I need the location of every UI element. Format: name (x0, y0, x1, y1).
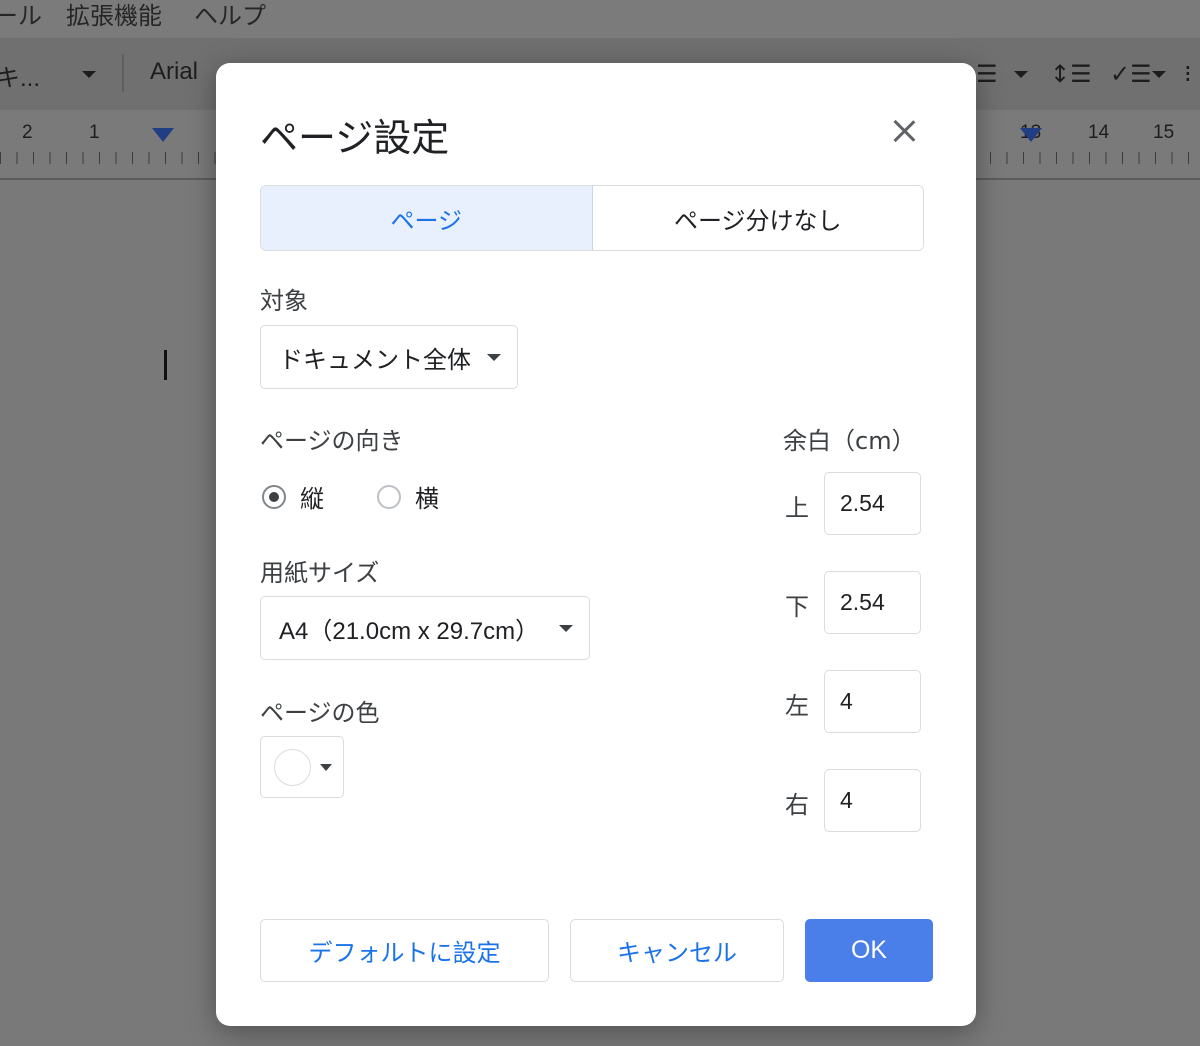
ok-button[interactable]: OK (805, 919, 933, 982)
menu-tools[interactable]: ール (0, 0, 42, 31)
page-color-picker[interactable] (260, 736, 344, 798)
indent-marker[interactable] (152, 128, 174, 142)
page-mode-tabs: ページ ページ分けなし (260, 185, 924, 251)
ruler-number: 15 (1153, 122, 1175, 143)
apply-to-value: ドキュメント全体 (279, 345, 471, 374)
cancel-button[interactable]: キャンセル (570, 919, 784, 982)
page-color-label: ページの色 (260, 699, 380, 727)
radio-unchecked-icon (377, 484, 401, 509)
menu-bar: ール 拡張機能 ヘルプ (0, 0, 1200, 38)
paper-size-label: 用紙サイズ (260, 559, 380, 587)
orientation-landscape-radio[interactable]: 横 (377, 479, 439, 514)
radio-checked-icon (262, 484, 286, 509)
chevron-down-icon (1152, 71, 1166, 78)
margin-bottom-label: 下 (785, 593, 809, 621)
ruler-number: 2 (22, 122, 33, 143)
tab-pageless[interactable]: ページ分けなし (592, 186, 923, 250)
margin-left-label: 左 (785, 692, 809, 720)
line-spacing-icon[interactable]: ↕☰ (1050, 62, 1092, 86)
orientation-landscape-label: 横 (415, 485, 439, 513)
paper-size-value: A4（21.0cm x 29.7cm） (279, 617, 540, 645)
apply-to-label: 対象 (260, 287, 308, 315)
chevron-down-icon (320, 764, 332, 771)
margin-right-input[interactable] (824, 769, 921, 832)
dialog-title: ページ設定 (260, 116, 450, 160)
menu-extensions[interactable]: 拡張機能 (66, 0, 162, 31)
margin-left-input[interactable] (824, 670, 921, 733)
chevron-down-icon (487, 354, 501, 361)
margins-label: 余白（cm） (783, 427, 916, 455)
checklist-icon[interactable]: ✓☰ (1110, 62, 1152, 86)
orientation-portrait-radio[interactable]: 縦 (262, 479, 324, 514)
paper-size-select[interactable]: A4（21.0cm x 29.7cm） (260, 596, 590, 660)
toolbar-divider (122, 54, 124, 92)
align-icon[interactable]: ☰ (976, 62, 998, 86)
chevron-down-icon (1014, 71, 1028, 78)
chevron-down-icon (559, 625, 573, 632)
font-select[interactable]: Arial (150, 58, 198, 86)
margin-top-label: 上 (785, 494, 809, 522)
ruler-number: 1 (89, 122, 100, 143)
chevron-down-icon (82, 71, 96, 78)
orientation-portrait-label: 縦 (300, 485, 324, 513)
style-select[interactable]: キ... (0, 58, 40, 93)
color-swatch (274, 749, 311, 786)
apply-to-select[interactable]: ドキュメント全体 (260, 325, 518, 389)
bulleted-list-icon[interactable]: ⁝ (1184, 62, 1192, 86)
set-as-default-button[interactable]: デフォルトに設定 (260, 919, 549, 982)
text-cursor (164, 350, 167, 380)
ruler-number: 14 (1088, 122, 1110, 143)
tab-pages[interactable]: ページ (261, 186, 593, 250)
orientation-label: ページの向き (260, 427, 404, 455)
page-setup-dialog: ページ設定 ページ ページ分けなし 対象 ドキュメント全体 ページの向き 縦 横… (216, 63, 976, 1026)
margin-top-input[interactable] (824, 472, 921, 535)
close-icon[interactable] (888, 115, 920, 147)
margin-right-label: 右 (785, 791, 809, 819)
margin-bottom-input[interactable] (824, 571, 921, 634)
right-indent-marker[interactable] (1020, 128, 1042, 142)
menu-help[interactable]: ヘルプ (194, 0, 266, 31)
